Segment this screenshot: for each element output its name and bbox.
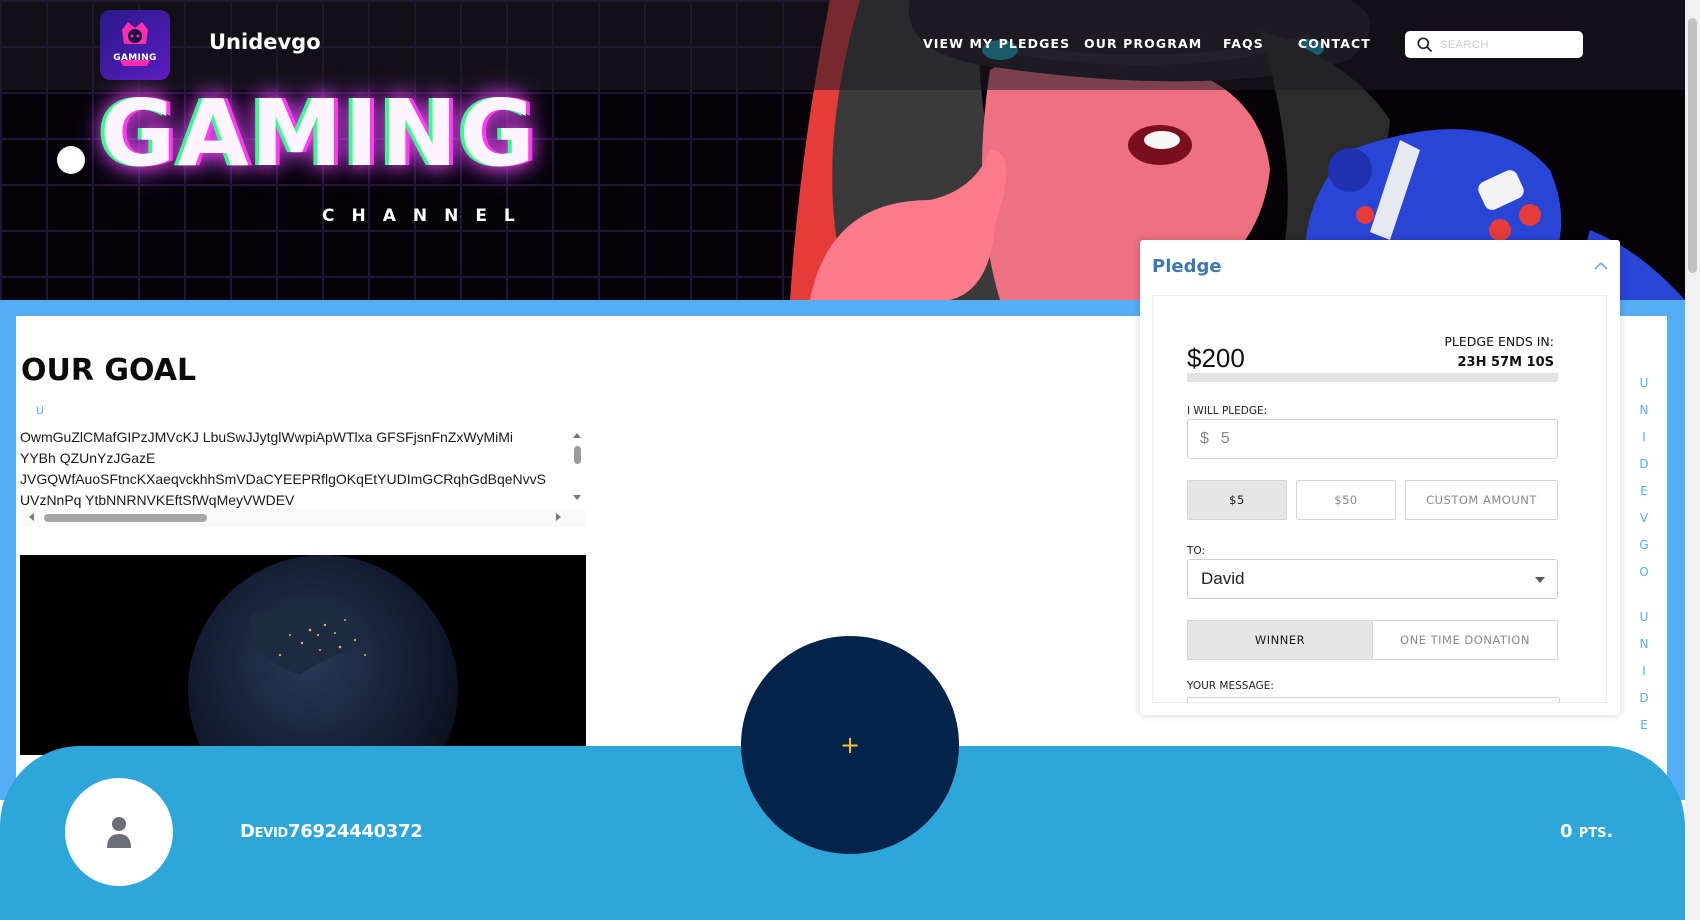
nav-contact[interactable]: CONTACT [1298, 36, 1371, 51]
hero-dot-decoration [57, 146, 85, 174]
currency-symbol: $ [1200, 430, 1209, 447]
plus-icon: + [839, 731, 861, 759]
goal-text-line: UVzNnPq YtbNNRNVKEftSfWqMeyVWDEV [20, 492, 295, 508]
pledge-heading[interactable]: Pledge [1152, 256, 1222, 277]
recipient-selected-value: David [1201, 569, 1245, 588]
goal-title: OUR GOAL [21, 353, 197, 388]
side-letter: V [1639, 511, 1649, 525]
scroll-down-arrow-icon[interactable] [573, 495, 581, 500]
side-letter: D [1639, 691, 1649, 705]
one-time-donation-button[interactable]: ONE TIME DONATION [1372, 621, 1557, 659]
pledge-type-toggle: WINNER ONE TIME DONATION [1187, 620, 1558, 660]
search-input[interactable] [1438, 37, 1572, 52]
side-letter: E [1640, 718, 1648, 732]
username: Devid76924440372 [240, 821, 423, 842]
content-right-border [1667, 300, 1685, 800]
goal-vertical-scrollbar[interactable] [572, 428, 582, 504]
goal-text: OwmGuZlCMafGIPzJMVcKJ LbuSwJJytglWwpiApW… [20, 425, 586, 511]
hero-title: GAMING [100, 80, 538, 187]
amount-5-button[interactable]: $5 [1187, 480, 1287, 520]
your-message-label: YOUR MESSAGE: [1187, 680, 1274, 692]
to-label: TO: [1187, 545, 1206, 557]
side-letter: N [1639, 637, 1649, 651]
pledge-countdown: 23H 57M 10S [1457, 355, 1554, 370]
pledge-panel: Pledge $200 PLEDGE ENDS IN: 23H 57M 10S … [1140, 240, 1620, 715]
message-textarea[interactable] [1187, 697, 1560, 703]
recipient-select[interactable]: David [1187, 559, 1558, 599]
side-letter: U [1639, 610, 1649, 624]
will-pledge-label: I WILL PLEDGE: [1187, 405, 1268, 417]
nav-view-my-pledges[interactable]: VIEW MY PLEDGES [923, 36, 1070, 51]
page-scroll-thumb[interactable] [1688, 18, 1697, 273]
winner-button[interactable]: WINNER [1188, 621, 1372, 659]
scroll-left-arrow-icon[interactable] [29, 513, 34, 521]
side-letter: D [1639, 457, 1649, 471]
goal-vertical-scroll-thumb[interactable] [574, 446, 581, 464]
pledge-amount-input[interactable] [1218, 429, 1523, 449]
side-letter: G [1639, 538, 1649, 552]
side-letter: E [1640, 484, 1648, 498]
pledge-progress-bar [1187, 373, 1558, 382]
earth-image [188, 555, 458, 755]
add-button[interactable]: + [741, 636, 959, 854]
chevron-down-icon[interactable] [1535, 577, 1545, 583]
earth-video[interactable] [20, 555, 586, 755]
pledge-ends-label: PLEDGE ENDS IN: [1444, 334, 1554, 349]
side-letter: I [1642, 664, 1646, 678]
side-letter: N [1639, 403, 1649, 417]
goal-text-line: YYBh QZUnYzJGazE [20, 450, 156, 466]
search-icon[interactable] [1417, 37, 1432, 52]
content-left-border [0, 300, 16, 800]
scroll-right-arrow-icon[interactable] [556, 513, 561, 521]
side-letter: U [36, 405, 44, 417]
pledge-goal-amount: $200 [1187, 343, 1245, 373]
right-side-letters: U N I D E V G O U N I D E [1636, 370, 1652, 739]
brand-name[interactable]: Unidevgo [209, 30, 321, 54]
goal-horizontal-scroll-thumb[interactable] [44, 514, 207, 522]
pledge-amount-field[interactable]: $ [1187, 419, 1558, 459]
pledge-form: $200 PLEDGE ENDS IN: 23H 57M 10S I WILL … [1152, 295, 1607, 703]
goal-text-line: OwmGuZlCMafGIPzJMVcKJ LbuSwJJytglWwpiApW… [20, 429, 514, 445]
logo-mascot-icon [120, 22, 150, 66]
amount-50-button[interactable]: $50 [1296, 480, 1396, 520]
side-letter: U [1639, 376, 1649, 390]
brand-logo[interactable]: GAMING [100, 10, 170, 80]
avatar[interactable] [65, 778, 173, 886]
side-letter: O [1639, 565, 1649, 579]
user-icon [107, 817, 131, 848]
points-display: 0 pts. [1560, 821, 1614, 842]
search-box[interactable] [1405, 31, 1583, 58]
goal-text-line: JVGQWfAuoSFtncKXaeqvckhhSmVDaCYEEPRflgOK… [20, 471, 546, 487]
hero-subtitle: CHANNEL [322, 206, 532, 226]
custom-amount-button[interactable]: CUSTOM AMOUNT [1405, 480, 1558, 520]
scroll-up-arrow-icon[interactable] [573, 433, 581, 438]
side-letter: I [1642, 430, 1646, 444]
nav-faqs[interactable]: FAQS [1223, 36, 1264, 51]
nav-our-program[interactable]: OUR PROGRAM [1084, 36, 1202, 51]
chevron-up-icon[interactable] [1592, 258, 1610, 276]
